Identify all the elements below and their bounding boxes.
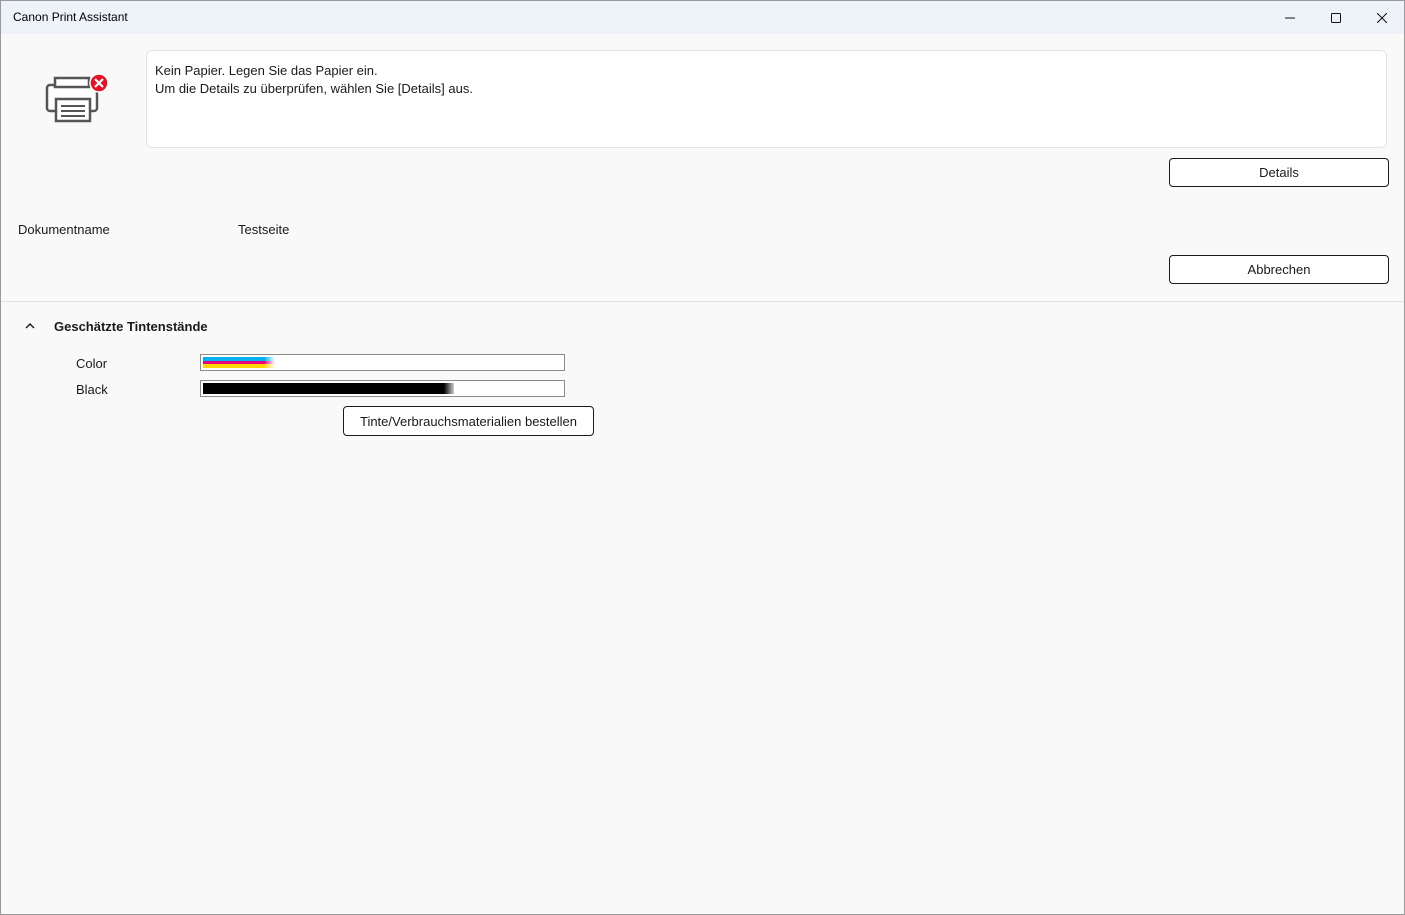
status-message-box: Kein Papier. Legen Sie das Papier ein. U… [146, 50, 1387, 148]
title-bar[interactable]: Canon Print Assistant [1, 1, 1404, 34]
close-button[interactable] [1359, 1, 1404, 34]
ink-color-label: Color [76, 356, 108, 371]
section-divider [1, 301, 1404, 302]
details-button[interactable]: Details [1169, 158, 1389, 187]
printer-error-icon [45, 73, 109, 123]
ink-color-level [203, 357, 275, 369]
document-name-label: Dokumentname [18, 222, 110, 237]
app-window: Canon Print Assistant Kein Papier. Legen… [0, 0, 1405, 915]
maximize-icon [1331, 12, 1341, 23]
status-message-line2: Um die Details zu überprüfen, wählen Sie… [155, 81, 473, 96]
ink-black-label: Black [76, 382, 108, 397]
ink-black-bar [200, 380, 565, 397]
minimize-button[interactable] [1267, 1, 1313, 34]
cancel-button[interactable]: Abbrechen [1169, 255, 1389, 284]
maximize-button[interactable] [1313, 1, 1359, 34]
ink-levels-title[interactable]: Geschätzte Tintenstände [54, 319, 208, 334]
document-name-value: Testseite [238, 222, 290, 237]
ink-color-bar [200, 354, 565, 371]
ink-black-level [203, 383, 454, 394]
ink-color-stripe-3 [203, 364, 275, 369]
window-title: Canon Print Assistant [13, 10, 128, 24]
order-supplies-button[interactable]: Tinte/Verbrauchsmaterialien bestellen [343, 406, 594, 436]
status-message-line1: Kein Papier. Legen Sie das Papier ein. [155, 63, 378, 78]
chevron-up-icon[interactable] [23, 320, 37, 332]
minimize-icon [1285, 17, 1295, 18]
close-icon [1377, 12, 1387, 23]
